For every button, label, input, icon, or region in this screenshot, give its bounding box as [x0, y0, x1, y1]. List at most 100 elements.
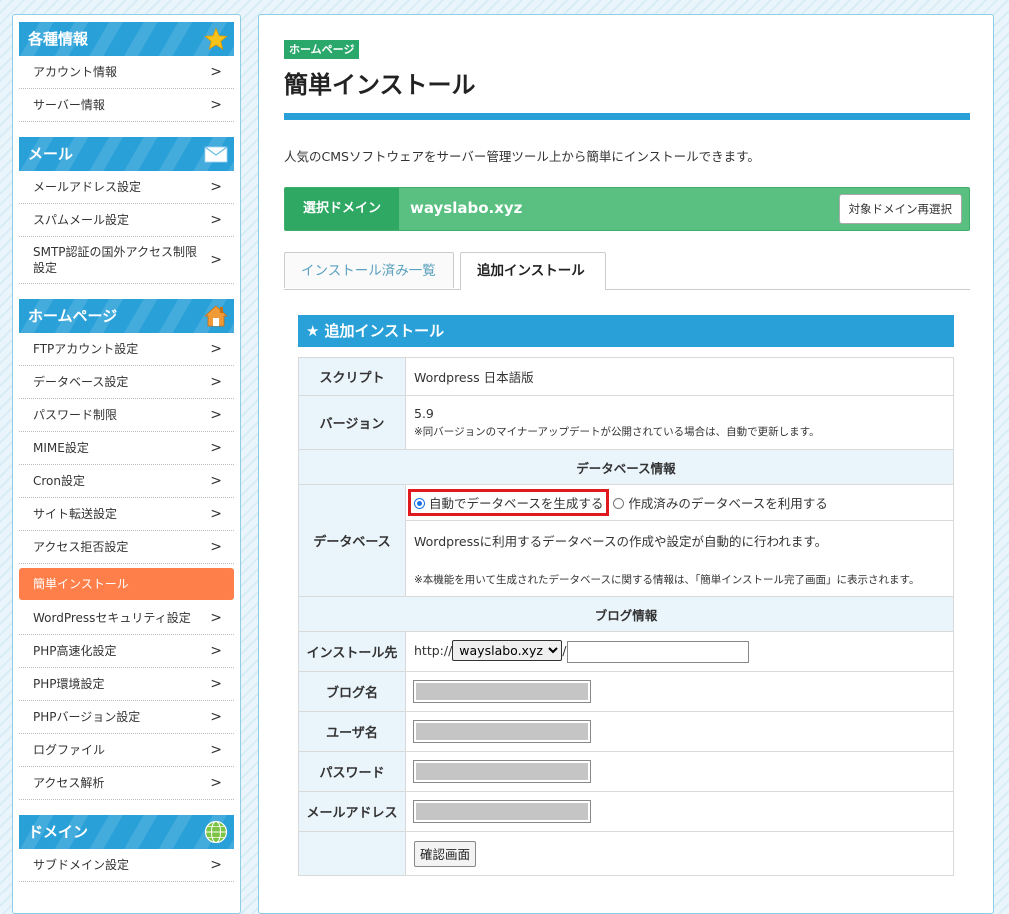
- db-description: Wordpressに利用するデータベースの作成や設定が自動的に行われます。: [414, 533, 828, 549]
- password-label: パスワード: [298, 751, 406, 792]
- form-row-db-options: データベース 自動でデータベースを生成する 作成済みのデータベースを利用する: [298, 484, 954, 597]
- db-note: ※本機能を用いて生成されたデータベースに関する情報は、「簡単インストール完了画面…: [414, 573, 920, 586]
- version-label: バージョン: [298, 395, 406, 450]
- db-section-title: データベース情報: [298, 449, 954, 485]
- category-badge: ホームページ: [284, 40, 360, 59]
- username-label: ユーザ名: [298, 711, 406, 752]
- sidebar-item-mime[interactable]: MIME設定 >: [19, 432, 234, 465]
- sidebar-item-cron[interactable]: Cron設定 >: [19, 465, 234, 498]
- sidebar-item-wordpress-security[interactable]: WordPressセキュリティ設定 >: [19, 602, 234, 635]
- sidebar-section-homepage: ホームページ: [19, 299, 234, 333]
- tab-installed-list[interactable]: インストール済み一覧: [284, 252, 454, 288]
- sidebar: 各種情報 アカウント情報 > サーバー情報 > メール メールアドレス設定 > スパム…: [12, 14, 241, 914]
- sidebar-item-site-redirect[interactable]: サイト転送設定 >: [19, 498, 234, 531]
- radio-auto-create-db-label[interactable]: 自動でデータベースを生成する: [429, 496, 603, 511]
- star-icon: [204, 27, 228, 50]
- title-underline: [284, 113, 970, 120]
- sidebar-item-ftp-account[interactable]: FTPアカウント設定 >: [19, 333, 234, 366]
- username-input[interactable]: [413, 720, 591, 743]
- install-tabs: インストール済み一覧 追加インストール: [284, 252, 970, 290]
- sidebar-item-database[interactable]: データベース設定 >: [19, 366, 234, 399]
- selected-domain-value: wayslabo.xyz: [410, 199, 523, 217]
- radio-auto-create-db[interactable]: [414, 498, 425, 509]
- sidebar-item-mail-address[interactable]: メールアドレス設定 >: [19, 171, 234, 204]
- chevron-right-icon: >: [210, 643, 222, 659]
- chevron-right-icon: >: [210, 775, 222, 791]
- sidebar-item-log-file[interactable]: ログファイル >: [19, 734, 234, 767]
- sidebar-item-access-analysis[interactable]: アクセス解析 >: [19, 767, 234, 800]
- confirm-button[interactable]: 確認画面: [414, 840, 477, 867]
- selected-domain-bar: 選択ドメイン wayslabo.xyz 対象ドメイン再選択: [284, 187, 970, 231]
- add-install-panel-header: ★ 追加インストール: [298, 315, 954, 347]
- install-form-table: スクリプト Wordpress 日本語版 バージョン 5.9 ※同バージョンのマ…: [298, 357, 954, 876]
- chevron-right-icon: >: [210, 676, 222, 692]
- form-row-blog-name: ブログ名: [298, 671, 954, 712]
- email-label: メールアドレス: [298, 791, 406, 832]
- install-domain-select[interactable]: wayslabo.xyz: [452, 640, 563, 662]
- tab-add-install[interactable]: 追加インストール: [460, 252, 606, 290]
- sidebar-item-spam-mail[interactable]: スパムメール設定 >: [19, 204, 234, 237]
- envelope-icon: [204, 146, 228, 163]
- sidebar-item-php-acceleration[interactable]: PHP高速化設定 >: [19, 635, 234, 668]
- form-row-version: バージョン 5.9 ※同バージョンのマイナーアップデートが公開されている場合は、…: [298, 395, 954, 450]
- sidebar-item-php-environment[interactable]: PHP環境設定 >: [19, 668, 234, 701]
- chevron-right-icon: >: [210, 341, 222, 357]
- chevron-right-icon: >: [210, 64, 222, 80]
- form-row-email: メールアドレス: [298, 791, 954, 832]
- radio-use-existing-db[interactable]: [613, 498, 625, 509]
- email-input[interactable]: [413, 800, 591, 823]
- chevron-right-icon: >: [210, 97, 222, 113]
- sidebar-item-access-deny[interactable]: アクセス拒否設定 >: [19, 531, 234, 564]
- sidebar-item-smtp-restriction[interactable]: SMTP認証の国外アクセス制限設定 >: [19, 237, 234, 284]
- form-row-script: スクリプト Wordpress 日本語版: [298, 357, 954, 396]
- chevron-right-icon: >: [210, 440, 222, 456]
- form-row-blog-section: ブログ情報: [298, 596, 954, 632]
- main-panel: ホームページ 簡単インストール 人気のCMSソフトウェアをサーバー管理ツール上か…: [258, 14, 994, 914]
- sidebar-section-title: ドメイン: [28, 823, 89, 841]
- chevron-right-icon: >: [210, 407, 222, 423]
- sidebar-section-title: ホームページ: [28, 307, 118, 325]
- chevron-right-icon: >: [210, 610, 222, 626]
- chevron-right-icon: >: [210, 179, 222, 195]
- chevron-right-icon: >: [210, 742, 222, 758]
- house-icon: [204, 305, 228, 327]
- chevron-right-icon: >: [210, 212, 222, 228]
- selected-domain-label: 選択ドメイン: [285, 188, 399, 230]
- script-value: Wordpress 日本語版: [405, 357, 954, 396]
- blog-name-label: ブログ名: [298, 671, 406, 712]
- page-description: 人気のCMSソフトウェアをサーバー管理ツール上から簡単にインストールできます。: [284, 149, 760, 164]
- star-icon: ★: [306, 322, 320, 340]
- chevron-right-icon: >: [210, 539, 222, 555]
- password-input[interactable]: [413, 760, 591, 783]
- form-row-password: パスワード: [298, 751, 954, 792]
- highlight-box: 自動でデータベースを生成する: [408, 489, 610, 516]
- blog-name-input[interactable]: [413, 680, 591, 703]
- sidebar-item-easy-install[interactable]: 簡単インストール>: [19, 568, 234, 600]
- page-title: 簡単インストール: [284, 71, 476, 99]
- form-row-username: ユーザ名: [298, 711, 954, 752]
- radio-use-existing-db-label[interactable]: 作成済みのデータベースを利用する: [628, 496, 827, 511]
- sidebar-section-title: 各種情報: [28, 30, 89, 48]
- sidebar-item-subdomain[interactable]: サブドメイン設定 >: [19, 849, 234, 882]
- script-label: スクリプト: [298, 357, 406, 396]
- chevron-right-icon: >: [210, 857, 222, 873]
- chevron-right-icon: >: [210, 506, 222, 522]
- sidebar-section-domain: ドメイン: [19, 815, 234, 849]
- sidebar-item-server-info[interactable]: サーバー情報 >: [19, 89, 234, 122]
- sidebar-item-password-restriction[interactable]: パスワード制限 >: [19, 399, 234, 432]
- panel-title: 追加インストール: [324, 322, 445, 340]
- sidebar-item-php-version[interactable]: PHPバージョン設定 >: [19, 701, 234, 734]
- form-row-db-section: データベース情報: [298, 449, 954, 485]
- sidebar-section-mail: メール: [19, 137, 234, 171]
- chevron-right-icon: >: [210, 374, 222, 390]
- blog-section-title: ブログ情報: [298, 596, 954, 632]
- install-path-input[interactable]: [566, 640, 749, 663]
- reselect-domain-button[interactable]: 対象ドメイン再選択: [838, 194, 962, 224]
- install-prefix: http://: [414, 643, 453, 659]
- chevron-right-icon: >: [210, 709, 222, 725]
- install-path-label: インストール先: [298, 631, 406, 672]
- globe-icon: [204, 820, 228, 844]
- chevron-right-icon: >: [210, 473, 222, 489]
- form-row-confirm: 確認画面: [298, 831, 954, 876]
- sidebar-item-account-info[interactable]: アカウント情報 >: [19, 56, 234, 89]
